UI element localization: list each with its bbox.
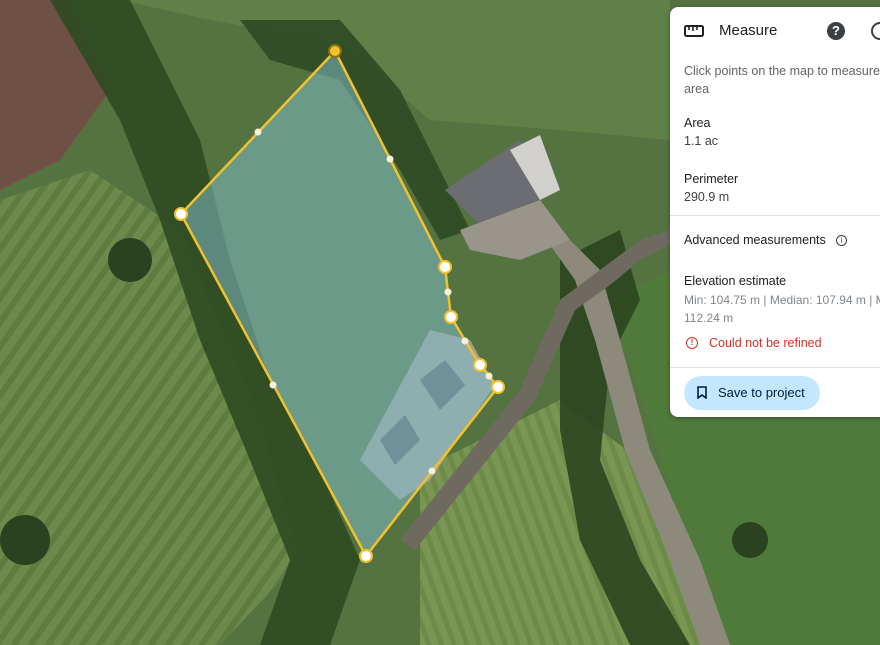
vertex-handle[interactable]: [444, 310, 458, 324]
midpoint-handle[interactable]: [461, 337, 469, 345]
vertex-handle[interactable]: [328, 44, 342, 58]
vertex-handle[interactable]: [491, 380, 505, 394]
measure-panel: Measure ? Click points on the map to mea…: [670, 7, 880, 417]
help-icon[interactable]: ?: [827, 22, 845, 40]
save-to-project-button[interactable]: Save to project: [684, 376, 820, 410]
ruler-icon: [684, 25, 704, 37]
perimeter-label: Perimeter: [684, 172, 739, 186]
error-icon: !: [686, 337, 698, 349]
instructions-text: Click points on the map to measure area: [684, 64, 880, 96]
area-value: 1.1 ac: [684, 134, 719, 148]
midpoint-handle[interactable]: [269, 381, 277, 389]
midpoint-handle[interactable]: [428, 467, 436, 475]
midpoint-handle[interactable]: [254, 128, 262, 136]
vertex-handle[interactable]: [473, 358, 487, 372]
panel-title: Measure: [719, 22, 778, 39]
vertex-handle[interactable]: [174, 207, 188, 221]
error-text: Could not be refined: [709, 336, 822, 350]
tree: [108, 238, 152, 282]
divider: [670, 215, 880, 216]
perimeter-value: 290.9 m: [684, 190, 730, 204]
tree: [732, 522, 768, 558]
elevation-values: Min: 104.75 m | Median: 107.94 m | Max: …: [684, 293, 880, 325]
vertex-handle[interactable]: [438, 260, 452, 274]
vertex-handle[interactable]: [359, 549, 373, 563]
save-to-project-label: Save to project: [718, 385, 805, 400]
bookmark-icon: [697, 386, 707, 399]
close-icon[interactable]: [871, 22, 880, 40]
midpoint-handle[interactable]: [386, 155, 394, 163]
midpoint-handle[interactable]: [485, 372, 493, 380]
area-label: Area: [684, 116, 711, 130]
elevation-label: Elevation estimate: [684, 274, 787, 288]
info-icon[interactable]: i: [836, 235, 847, 246]
midpoint-handle[interactable]: [444, 288, 452, 296]
advanced-measurements-label[interactable]: Advanced measurements: [684, 233, 826, 247]
panel-header: Measure ?: [670, 7, 880, 55]
divider: [670, 367, 880, 368]
tree: [0, 515, 50, 565]
